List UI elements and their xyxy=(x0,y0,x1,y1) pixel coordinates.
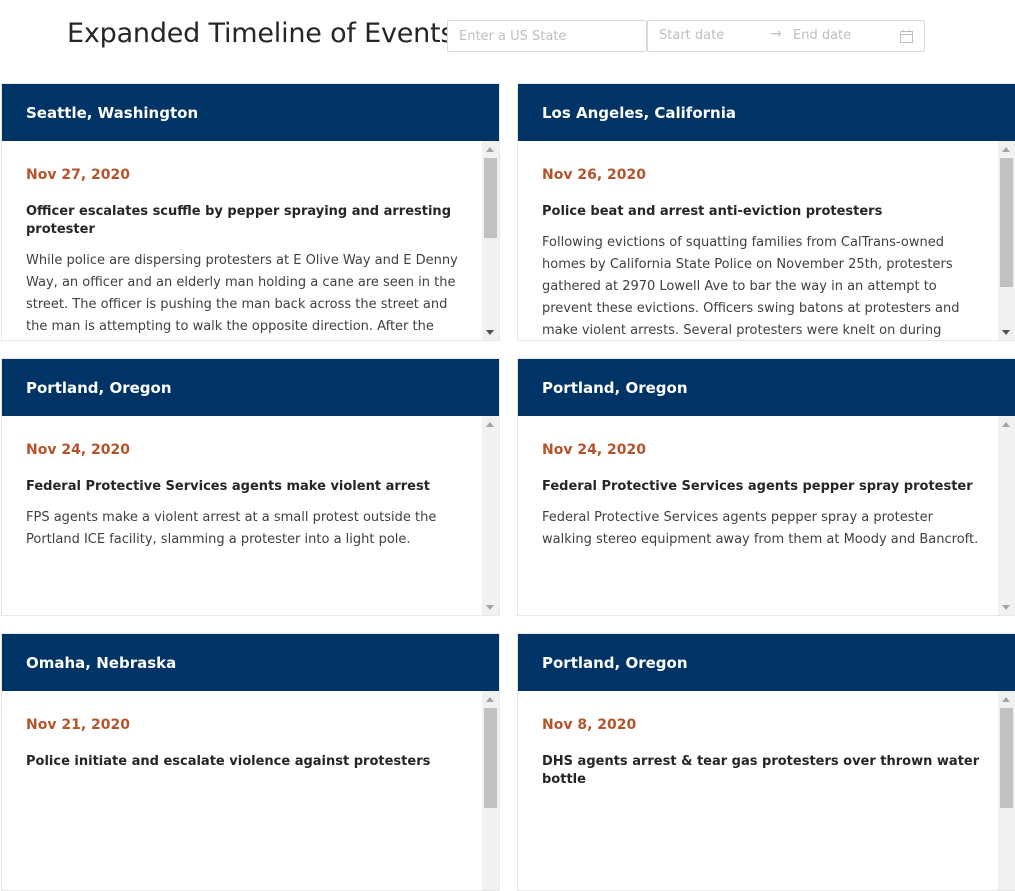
event-card: Omaha, Nebraska Nov 21, 2020 Police init… xyxy=(1,633,500,891)
scrollbar-thumb[interactable] xyxy=(484,158,497,238)
event-location: Los Angeles, California xyxy=(518,84,1015,141)
event-date: Nov 26, 2020 xyxy=(542,167,646,183)
date-range-picker[interactable]: Start date → End date xyxy=(647,20,925,52)
scrollbar[interactable] xyxy=(998,416,1015,615)
scrollbar[interactable] xyxy=(998,691,1015,890)
start-date-input[interactable]: Start date xyxy=(659,28,724,43)
scroll-up-icon[interactable] xyxy=(1002,697,1010,702)
event-body: Nov 24, 2020 Federal Protective Services… xyxy=(2,416,499,615)
scrollbar-thumb[interactable] xyxy=(1000,158,1013,287)
scroll-up-icon[interactable] xyxy=(486,697,494,702)
scroll-down-icon[interactable] xyxy=(486,330,494,335)
state-search-input[interactable] xyxy=(447,20,647,52)
event-headline: Federal Protective Services agents peppe… xyxy=(542,479,973,494)
scroll-up-icon[interactable] xyxy=(1002,147,1010,152)
event-description: Following evictions of squatting familie… xyxy=(542,235,960,338)
event-date: Nov 21, 2020 xyxy=(26,717,130,733)
event-location: Portland, Oregon xyxy=(518,634,1015,691)
event-body: Nov 27, 2020 Officer escalates scuffle b… xyxy=(2,141,499,340)
event-date: Nov 27, 2020 xyxy=(26,167,130,183)
scrollbar[interactable] xyxy=(998,141,1015,340)
end-date-input[interactable]: End date xyxy=(793,28,851,43)
event-card: Seattle, Washington Nov 27, 2020 Officer… xyxy=(1,83,500,341)
event-body: Nov 21, 2020 Police initiate and escalat… xyxy=(2,691,499,890)
event-location: Portland, Oregon xyxy=(2,359,499,416)
scroll-up-icon[interactable] xyxy=(1002,422,1010,427)
scrollbar[interactable] xyxy=(482,416,499,615)
page-title: Expanded Timeline of Events xyxy=(67,18,455,49)
event-body: Nov 8, 2020 DHS agents arrest & tear gas… xyxy=(518,691,1015,890)
event-location: Portland, Oregon xyxy=(518,359,1015,416)
scrollbar[interactable] xyxy=(482,691,499,890)
page-header: Expanded Timeline of Events Start date →… xyxy=(0,0,1015,83)
event-description: FPS agents make a violent arrest at a sm… xyxy=(26,510,437,547)
scroll-up-icon[interactable] xyxy=(486,422,494,427)
scrollbar[interactable] xyxy=(482,141,499,340)
event-date: Nov 8, 2020 xyxy=(542,717,637,733)
event-card: Portland, Oregon Nov 24, 2020 Federal Pr… xyxy=(1,358,500,616)
event-location: Omaha, Nebraska xyxy=(2,634,499,691)
event-card: Los Angeles, California Nov 26, 2020 Pol… xyxy=(517,83,1015,341)
scroll-down-icon[interactable] xyxy=(1002,605,1010,610)
event-headline: DHS agents arrest & tear gas protesters … xyxy=(542,754,980,787)
scroll-down-icon[interactable] xyxy=(486,605,494,610)
event-headline: Federal Protective Services agents make … xyxy=(26,479,430,494)
scroll-down-icon[interactable] xyxy=(1002,330,1010,335)
event-location: Seattle, Washington xyxy=(2,84,499,141)
event-date: Nov 24, 2020 xyxy=(542,442,646,458)
event-headline: Officer escalates scuffle by pepper spra… xyxy=(26,204,451,237)
scrollbar-thumb[interactable] xyxy=(484,708,497,808)
event-description: Federal Protective Services agents peppe… xyxy=(542,510,979,547)
event-description: While police are dispersing protesters a… xyxy=(26,253,458,334)
event-card: Portland, Oregon Nov 24, 2020 Federal Pr… xyxy=(517,358,1015,616)
event-card: Portland, Oregon Nov 8, 2020 DHS agents … xyxy=(517,633,1015,891)
event-body: Nov 24, 2020 Federal Protective Services… xyxy=(518,416,1015,615)
arrow-right-icon: → xyxy=(770,26,782,42)
calendar-icon[interactable] xyxy=(900,29,913,43)
event-headline: Police beat and arrest anti-eviction pro… xyxy=(542,204,883,219)
event-body: Nov 26, 2020 Police beat and arrest anti… xyxy=(518,141,1015,340)
scroll-up-icon[interactable] xyxy=(486,147,494,152)
event-headline: Police initiate and escalate violence ag… xyxy=(26,754,431,769)
scrollbar-thumb[interactable] xyxy=(1000,708,1013,808)
event-date: Nov 24, 2020 xyxy=(26,442,130,458)
